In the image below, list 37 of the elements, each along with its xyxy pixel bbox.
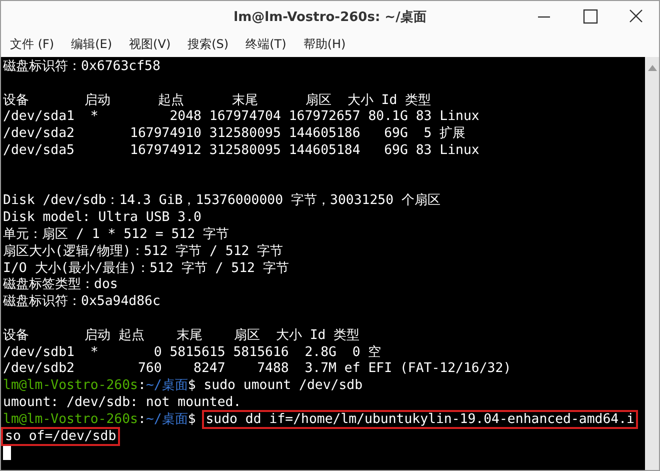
output-line: /dev/sdb2 760 8247 7488 3.7M ef EFI (FAT-12/16/32) — [3, 361, 512, 376]
output-line: /dev/sda2 167974910 312580095 144605186 69G 5 扩展 — [3, 126, 466, 142]
command-text: sudo umount /dev/sdb — [204, 378, 363, 394]
output-line: 扇区大小(逻辑/物理)：512 字节 / 512 字节 — [3, 244, 284, 259]
output-line: so of=/dev/sdb — [3, 428, 118, 444]
output-line: 设备 启动 起点 末尾 扇区 大小 Id 类型 — [3, 328, 360, 343]
output-line: 单元：扇区 / 1 * 512 = 512 字节 — [3, 226, 229, 242]
text-cursor — [3, 445, 11, 460]
output-line: umount: /dev/sdb: not mounted. — [3, 394, 242, 410]
prompt-separator: : — [138, 378, 146, 394]
prompt-symbol: $ — [188, 378, 196, 394]
scroll-up-icon[interactable] — [648, 65, 656, 71]
prompt-path: ~/桌面 — [146, 412, 188, 427]
prompt-symbol: $ — [188, 412, 196, 427]
menu-item[interactable]: 搜索(S) — [186, 34, 230, 55]
output-line: /dev/sda1 * 2048 167974704 167972657 80.1G 83 Linux — [3, 109, 480, 124]
output-line: 磁盘标识符：0x5a94d86c — [3, 294, 160, 310]
menu-item[interactable]: 终端(T) — [244, 34, 288, 55]
prompt-path: ~/桌面 — [146, 378, 188, 394]
output-line: Disk /dev/sdb：14.3 GiB，15376000000 字节，30031250 个扇区 — [3, 193, 440, 208]
menu-item[interactable]: 文件 (F) — [9, 34, 56, 55]
output-line: 磁盘标签类型：dos — [3, 277, 118, 292]
scrollbar[interactable] — [645, 57, 659, 470]
output-line: 设备 启动 起点 末尾 扇区 大小 Id 类型 — [3, 92, 432, 108]
command-text: sudo dd if=/home/lm/ubuntukylin-19.04-enhanced-amd64.i — [204, 412, 636, 427]
menu-item[interactable]: 编辑(E) — [70, 34, 114, 55]
output-line: /dev/sda5 167974912 312580095 144605184 69G 83 Linux — [3, 142, 480, 158]
output-line: Disk model: Ultra USB 3.0 — [3, 210, 202, 226]
menu-item[interactable]: 视图(V) — [128, 34, 172, 55]
window-title: lm@lm-Vostro-260s: ~/桌面 — [234, 8, 426, 26]
output-line: I/O 大小(最小/最佳)：512 字节 / 512 字节 — [3, 260, 289, 276]
output-line: /dev/sdb1 * 0 5815615 5815616 2.8G 0 空 — [3, 344, 382, 360]
prompt-user: lm@lm-Vostro-260s — [3, 378, 138, 394]
prompt-user: lm@lm-Vostro-260s — [3, 412, 138, 427]
prompt-separator: : — [138, 412, 146, 427]
output-line: 磁盘标识符：0x6763cf58 — [3, 59, 160, 74]
menu-item[interactable]: 帮助(H) — [302, 34, 347, 55]
